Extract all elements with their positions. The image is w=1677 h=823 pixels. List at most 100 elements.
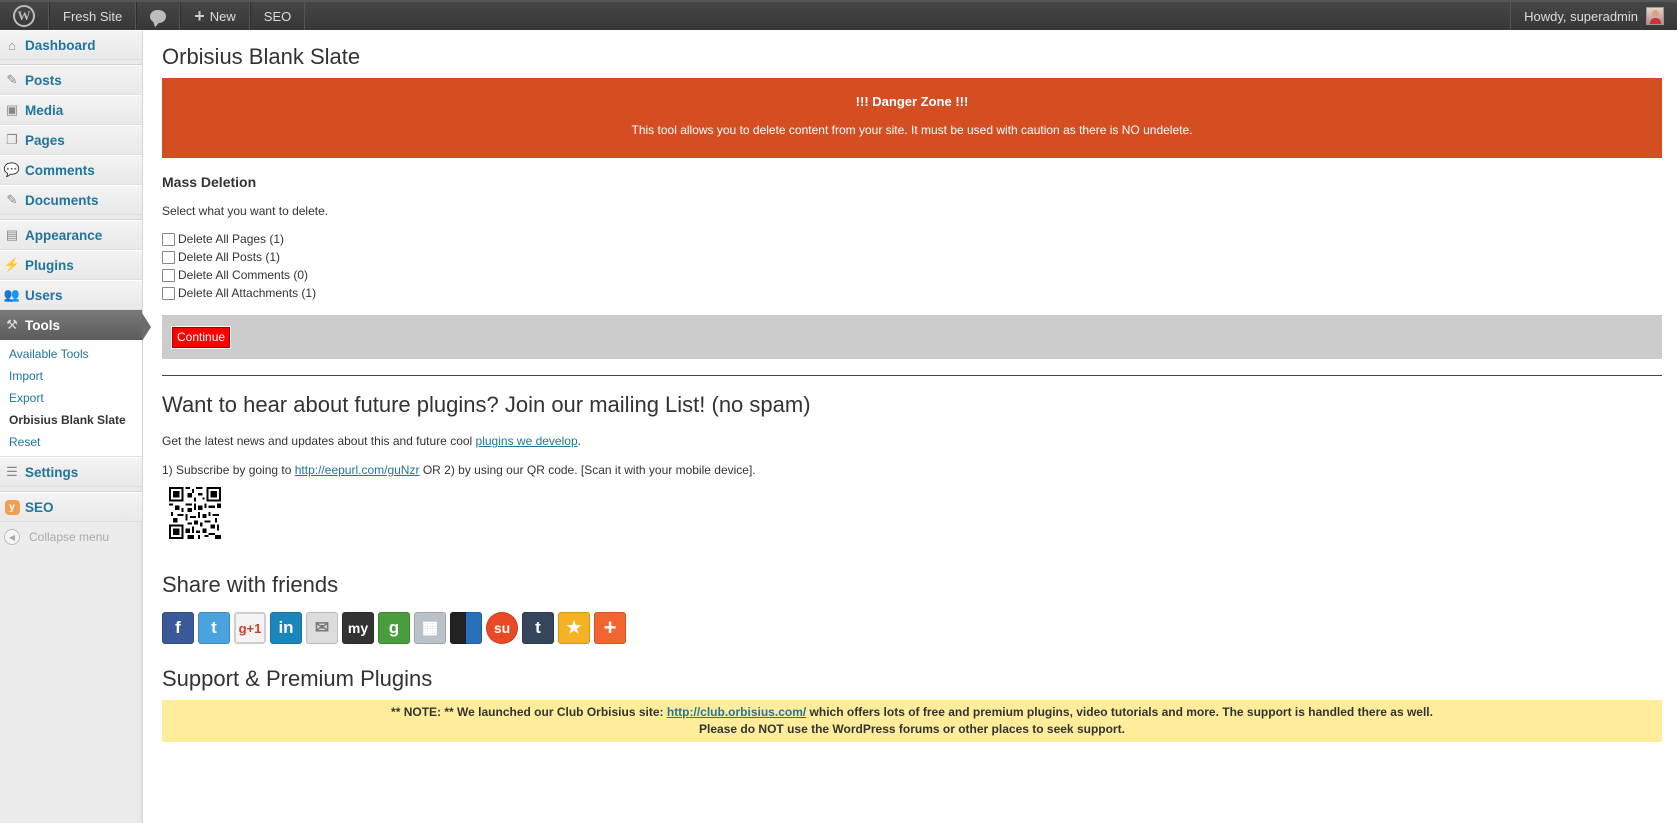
danger-zone-banner: !!! Danger Zone !!! This tool allows you… (162, 78, 1662, 158)
share-buttons: f t g+1 in ✉ my g ▦ su t ★ + (162, 612, 1662, 644)
subscribe-text-end: OR 2) by using our QR code. [Scan it wit… (419, 463, 756, 477)
sidebar-item-pages[interactable]: ❐ Pages (0, 125, 142, 155)
settings-icon: ☰ (6, 464, 18, 479)
support-note: ** NOTE: ** We launched our Club Orbisiu… (162, 700, 1662, 742)
danger-zone-text: This tool allows you to delete content f… (631, 123, 1193, 137)
new-label: New (209, 8, 236, 24)
pin-icon: ✎ (6, 192, 18, 207)
dashboard-icon: ⌂ (8, 37, 16, 53)
sidebar-item-dashboard[interactable]: ⌂ Dashboard (0, 30, 142, 60)
pin-icon: ✎ (6, 72, 18, 87)
more-plus-icon[interactable]: + (594, 612, 626, 644)
sidebar-item-users[interactable]: 👥 Users (0, 280, 142, 310)
sidebar-item-label: Pages (25, 132, 65, 148)
sidebar-item-plugins[interactable]: ⚡ Plugins (0, 250, 142, 280)
sidebar-item-label: Documents (25, 192, 99, 208)
sidebar-item-label: Users (25, 287, 63, 303)
collapse-menu-button[interactable]: ◀ Collapse menu (0, 522, 142, 552)
avatar (1646, 7, 1664, 25)
sidebar-item-label: Appearance (25, 227, 103, 243)
delete-pages-option[interactable]: Delete All Pages (1) (162, 230, 1662, 248)
facebook-icon[interactable]: f (162, 612, 194, 644)
plugins-we-develop-link[interactable]: plugins we develop (476, 434, 578, 448)
submit-bar: Continue (162, 315, 1662, 359)
submenu-item-orbisius-blank-slate[interactable]: Orbisius Blank Slate (0, 409, 142, 431)
google-icon[interactable]: g (378, 612, 410, 644)
subscribe-paragraph: 1) Subscribe by going to http://eepurl.c… (162, 463, 1662, 477)
sidebar-item-label: Tools (25, 317, 60, 333)
delicious-icon[interactable] (450, 612, 482, 644)
mailing-list-heading: Want to hear about future plugins? Join … (162, 392, 811, 417)
sidebar-item-appearance[interactable]: ▤ Appearance (0, 220, 142, 250)
email-icon[interactable]: ✉ (306, 612, 338, 644)
checkbox-label[interactable]: Delete All Comments (0) (178, 268, 308, 282)
seo-icon: y (4, 499, 20, 515)
linkedin-icon[interactable]: in (270, 612, 302, 644)
delete-posts-checkbox[interactable] (162, 250, 175, 264)
sidebar-item-settings[interactable]: ☰ Settings (0, 457, 142, 487)
collapse-arrow-icon: ◀ (4, 529, 20, 545)
checkbox-label[interactable]: Delete All Attachments (1) (178, 286, 316, 300)
seo-menu-button[interactable]: SEO (249, 2, 306, 30)
note-text: ** NOTE: ** We launched our Club Orbisiu… (391, 705, 667, 719)
site-name-link[interactable]: Fresh Site (49, 2, 137, 30)
danger-zone-title: !!! Danger Zone !!! (855, 94, 969, 109)
submenu-item-available-tools[interactable]: Available Tools (0, 343, 142, 365)
pages-icon: ❐ (6, 132, 18, 147)
submenu-item-import[interactable]: Import (0, 365, 142, 387)
note-line-2: Please do NOT use the WordPress forums o… (699, 722, 1125, 736)
favorites-star-icon[interactable]: ★ (558, 612, 590, 644)
eepurl-link[interactable]: http://eepurl.com/guNzr (295, 463, 420, 477)
delete-comments-checkbox[interactable] (162, 268, 175, 282)
digg-icon[interactable]: ▦ (414, 612, 446, 644)
sidebar-item-media[interactable]: ▣ Media (0, 95, 142, 125)
twitter-icon[interactable]: t (198, 612, 230, 644)
sidebar-item-posts[interactable]: ✎ Posts (0, 65, 142, 95)
subscribe-text: 1) Subscribe by going to (162, 463, 295, 477)
sidebar-item-seo[interactable]: y SEO (0, 492, 142, 522)
submenu-item-export[interactable]: Export (0, 387, 142, 409)
checkbox-label[interactable]: Delete All Pages (1) (178, 232, 284, 246)
myspace-icon[interactable]: my (342, 612, 374, 644)
club-orbisius-link[interactable]: http://club.orbisius.com/ (667, 705, 806, 719)
mass-deletion-heading: Mass Deletion (162, 174, 257, 190)
users-icon: 👥 (3, 287, 21, 302)
google-plus-one-icon[interactable]: g+1 (234, 612, 266, 644)
sidebar-item-label: Settings (25, 464, 79, 480)
delete-posts-option[interactable]: Delete All Posts (1) (162, 248, 1662, 266)
sidebar-item-tools[interactable]: ⚒ Tools (0, 310, 151, 341)
comments-button[interactable] (136, 2, 181, 30)
submenu-item-reset[interactable]: Reset (0, 431, 142, 453)
note-line-1: ** NOTE: ** We launched our Club Orbisiu… (162, 704, 1662, 721)
media-icon: ▣ (5, 102, 19, 117)
delete-attachments-option[interactable]: Delete All Attachments (1) (162, 284, 1662, 302)
checkbox-label[interactable]: Delete All Posts (1) (178, 250, 280, 264)
page-title: Orbisius Blank Slate (162, 44, 361, 69)
note-text-end: which offers lots of free and premium pl… (806, 705, 1433, 719)
tools-icon: ⚒ (6, 317, 18, 332)
delete-pages-checkbox[interactable] (162, 232, 175, 246)
delete-comments-option[interactable]: Delete All Comments (0) (162, 266, 1662, 284)
main-content: Orbisius Blank Slate !!! Danger Zone !!!… (162, 30, 1662, 742)
howdy-text: Howdy, superadmin (1524, 8, 1638, 24)
stumbleupon-icon[interactable]: su (486, 612, 518, 644)
qr-code-icon (169, 487, 221, 539)
sidebar-item-comments[interactable]: 💬 Comments (0, 155, 142, 185)
delete-attachments-checkbox[interactable] (162, 286, 175, 300)
tumblr-icon[interactable]: t (522, 612, 554, 644)
admin-sidebar: ⌂ Dashboard ✎ Posts ▣ Media ❐ Pages 💬 Co… (0, 30, 151, 823)
deletion-options: Delete All Pages (1) Delete All Posts (1… (162, 230, 1662, 302)
wordpress-logo-button[interactable]: W (0, 2, 49, 30)
select-instructions: Select what you want to delete. (162, 204, 329, 218)
collapse-menu-label: Collapse menu (29, 530, 110, 544)
account-menu[interactable]: Howdy, superadmin (1510, 2, 1677, 30)
comments-icon: 💬 (3, 162, 21, 177)
plus-icon: + (194, 6, 205, 26)
comment-bubble-icon (150, 9, 167, 23)
news-paragraph: Get the latest news and updates about th… (162, 434, 1662, 448)
plugins-icon: ⚡ (3, 257, 21, 272)
new-content-button[interactable]: + New (180, 2, 250, 30)
continue-button[interactable]: Continue (170, 325, 232, 349)
news-text-end: . (577, 434, 581, 448)
sidebar-item-documents[interactable]: ✎ Documents (0, 185, 142, 215)
